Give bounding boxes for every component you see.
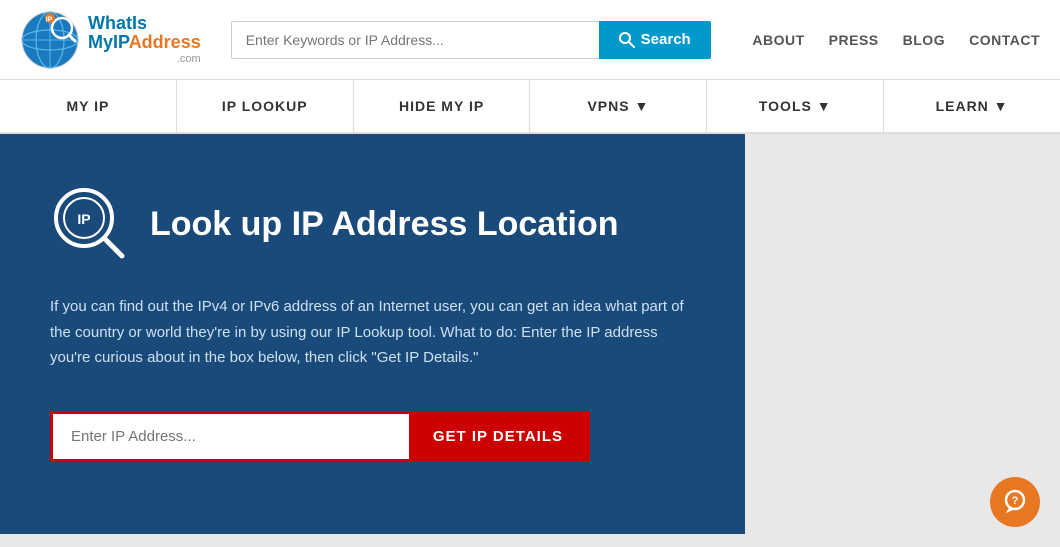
panel-description: If you can find out the IPv4 or IPv6 add…	[50, 294, 695, 371]
logo[interactable]: IP WhatIs MyIPAddress .com	[20, 10, 201, 70]
nav-learn[interactable]: LEARN ▼	[884, 80, 1060, 132]
svg-text:IP: IP	[46, 16, 53, 23]
main-content: IP Look up IP Address Location If you ca…	[0, 134, 1060, 534]
get-ip-details-button[interactable]: GET IP DETAILS	[409, 414, 587, 459]
nav-hide-my-ip[interactable]: HIDE MY IP	[354, 80, 531, 132]
nav-my-ip[interactable]: MY IP	[0, 80, 177, 132]
header-nav: ABOUT PRESS BLOG CONTACT	[752, 32, 1040, 48]
header-nav-press[interactable]: PRESS	[829, 32, 879, 48]
logo-whatis: WhatIs	[88, 14, 201, 34]
search-input[interactable]	[231, 21, 599, 59]
logo-myipaddress: MyIPAddress	[88, 33, 201, 53]
svg-text:?: ?	[1012, 495, 1019, 507]
ip-address-input[interactable]	[53, 414, 409, 459]
search-icon	[619, 32, 635, 48]
svg-text:IP: IP	[77, 211, 90, 227]
panel-title: Look up IP Address Location	[150, 204, 619, 245]
header-nav-contact[interactable]: CONTACT	[969, 32, 1040, 48]
site-header: IP WhatIs MyIPAddress .com Search ABOUT …	[0, 0, 1060, 80]
left-panel: IP Look up IP Address Location If you ca…	[0, 134, 745, 534]
ip-input-row: GET IP DETAILS	[50, 411, 590, 462]
nav-vpns[interactable]: VPNS ▼	[530, 80, 707, 132]
logo-dotcom: .com	[88, 53, 201, 65]
search-area: Search	[231, 21, 711, 59]
right-panel	[745, 134, 1060, 534]
search-button-label: Search	[641, 31, 691, 48]
nav-ip-lookup[interactable]: IP LOOKUP	[177, 80, 354, 132]
header-nav-about[interactable]: ABOUT	[752, 32, 804, 48]
main-navbar: MY IP IP LOOKUP HIDE MY IP VPNS ▼ TOOLS …	[0, 80, 1060, 134]
help-button[interactable]: ?	[990, 477, 1040, 527]
header-nav-blog[interactable]: BLOG	[903, 32, 945, 48]
panel-title-area: IP Look up IP Address Location	[50, 184, 695, 264]
nav-tools[interactable]: TOOLS ▼	[707, 80, 884, 132]
search-button[interactable]: Search	[599, 21, 711, 59]
ip-lookup-icon: IP	[50, 184, 130, 264]
chat-icon: ?	[1002, 489, 1028, 515]
globe-icon: IP	[20, 10, 80, 70]
